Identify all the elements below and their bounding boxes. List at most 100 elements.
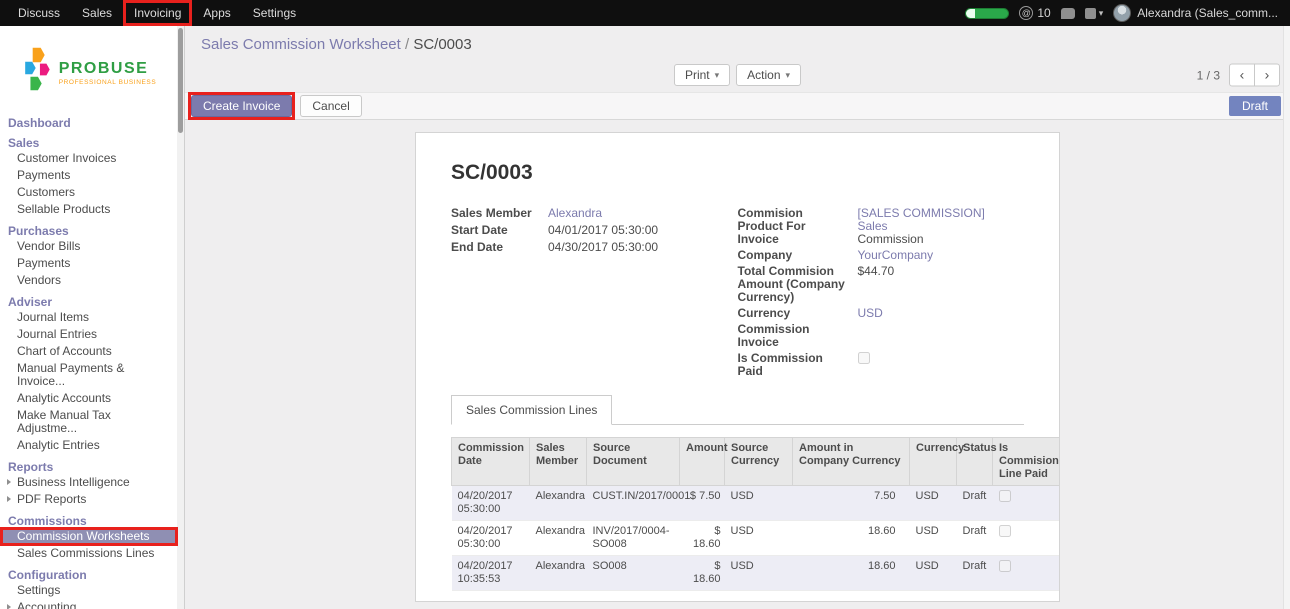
topbar-right: 10 Alexandra (Sales_comm... <box>965 0 1290 26</box>
sidebar-section-purchases[interactable]: Purchases <box>0 218 178 238</box>
logo-tagline: PROFESSIONAL BUSINESS <box>59 79 157 86</box>
currency-link[interactable]: USD <box>858 307 883 320</box>
user-menu[interactable]: Alexandra (Sales_comm... <box>1113 4 1278 22</box>
sidebar-section-commissions[interactable]: Commissions <box>0 508 178 528</box>
pager-next-button[interactable] <box>1254 64 1280 87</box>
expand-arrow-icon <box>7 479 11 485</box>
scrollbar-thumb[interactable] <box>178 28 183 133</box>
table-header-row: Commission Date Sales Member Source Docu… <box>452 438 1061 486</box>
nav-apps[interactable]: Apps <box>192 0 241 26</box>
activity-counter[interactable]: 10 <box>1019 6 1050 20</box>
sidebar-section-configuration[interactable]: Configuration <box>0 562 178 582</box>
table-row[interactable]: 04/20/2017 05:30:00 Alexandra INV/2017/0… <box>452 521 1061 556</box>
field-commission-product: Commision Product For Invoice [SALES COM… <box>738 207 1007 246</box>
sidebar-item-tax-adjustments[interactable]: Make Manual Tax Adjustme... <box>0 407 178 437</box>
pager: 1 / 3 <box>1197 64 1280 87</box>
breadcrumb-separator: / <box>405 36 409 53</box>
sidebar-item-journal-entries[interactable]: Journal Entries <box>0 326 178 343</box>
sidebar-item-chart-of-accounts[interactable]: Chart of Accounts <box>0 343 178 360</box>
line-paid-checkbox[interactable] <box>999 490 1011 502</box>
create-invoice-button[interactable]: Create Invoice <box>191 95 292 117</box>
sidebar-item-vendors[interactable]: Vendors <box>0 272 178 289</box>
sidebar-item-business-intelligence[interactable]: Business Intelligence <box>0 474 178 491</box>
pager-previous-button[interactable] <box>1229 64 1255 87</box>
sidebar-item-manual-payments[interactable]: Manual Payments & Invoice... <box>0 360 178 390</box>
form-sheet: SC/0003 Sales Member Alexandra Start Dat… <box>415 132 1060 602</box>
field-end-date: End Date 04/30/2017 05:30:00 <box>451 241 720 254</box>
sidebar-item-dashboard[interactable]: Dashboard <box>0 114 178 130</box>
col-source-currency[interactable]: Source Currency <box>725 438 793 486</box>
logo-hexagons-icon <box>22 45 52 101</box>
field-commission-invoice: Commission Invoice <box>738 323 1007 349</box>
usage-gauge-icon <box>965 8 1009 19</box>
sidebar-item-settings[interactable]: Settings <box>0 582 178 599</box>
table-row[interactable]: 04/20/2017 10:35:53 Alexandra SO008 $ 18… <box>452 556 1061 591</box>
sales-member-link[interactable]: Alexandra <box>548 207 602 220</box>
table-row[interactable]: 04/20/2017 05:30:00 Alexandra CUST.IN/20… <box>452 486 1061 521</box>
sidebar-item-payments-purchase[interactable]: Payments <box>0 255 178 272</box>
field-sales-member: Sales Member Alexandra <box>451 207 720 220</box>
sidebar-item-pdf-reports[interactable]: PDF Reports <box>0 491 178 508</box>
main-content: Sales Commission Worksheet / SC/0003 Pri… <box>185 26 1290 609</box>
sidebar-item-payments[interactable]: Payments <box>0 167 178 184</box>
user-name: Alexandra (Sales_comm... <box>1137 6 1278 20</box>
action-dropdown-button[interactable]: Action <box>736 64 801 86</box>
col-commission-date[interactable]: Commission Date <box>452 438 530 486</box>
breadcrumb-current: SC/0003 <box>413 36 471 53</box>
control-panel: Print Action 1 / 3 <box>185 58 1290 92</box>
line-paid-checkbox[interactable] <box>999 525 1011 537</box>
field-is-commission-paid: Is Commission Paid <box>738 352 1007 378</box>
field-start-date: Start Date 04/01/2017 05:30:00 <box>451 224 720 237</box>
col-amount[interactable]: Amount <box>680 438 725 486</box>
sidebar-section-reports[interactable]: Reports <box>0 454 178 474</box>
cancel-button[interactable]: Cancel <box>300 95 361 117</box>
sidebar-scrollbar[interactable] <box>177 26 184 609</box>
sidebar-item-accounting[interactable]: Accounting <box>0 599 178 609</box>
sidebar-item-commission-worksheets[interactable]: Commission Worksheets <box>0 528 178 545</box>
sidebar: PROBUSE PROFESSIONAL BUSINESS Dashboard … <box>0 26 185 609</box>
col-sales-member[interactable]: Sales Member <box>530 438 587 486</box>
is-commission-paid-checkbox[interactable] <box>858 352 870 364</box>
sidebar-item-sales-commissions-lines[interactable]: Sales Commissions Lines <box>0 545 178 562</box>
status-badge-draft[interactable]: Draft <box>1229 96 1281 116</box>
notebook: Sales Commission Lines Commission Date S… <box>451 395 1024 602</box>
col-source-document[interactable]: Source Document <box>587 438 680 486</box>
chevron-down-icon <box>715 70 720 81</box>
sidebar-section-adviser[interactable]: Adviser <box>0 289 178 309</box>
sidebar-item-sellable-products[interactable]: Sellable Products <box>0 201 178 218</box>
sidebar-item-analytic-accounts[interactable]: Analytic Accounts <box>0 390 178 407</box>
col-is-commission-line-paid[interactable]: Is Commision Line Paid <box>993 438 1061 486</box>
record-title: SC/0003 <box>451 161 1024 185</box>
nav-discuss[interactable]: Discuss <box>7 0 71 26</box>
debug-menu[interactable] <box>1085 8 1104 19</box>
nav-invoicing[interactable]: Invoicing <box>123 0 192 26</box>
sidebar-item-customers[interactable]: Customers <box>0 184 178 201</box>
line-paid-checkbox[interactable] <box>999 560 1011 572</box>
messages-icon[interactable] <box>1061 8 1075 19</box>
col-currency[interactable]: Currency <box>910 438 957 486</box>
sidebar-item-analytic-entries[interactable]: Analytic Entries <box>0 437 178 454</box>
chevron-down-icon <box>1099 8 1104 19</box>
sidebar-item-customer-invoices[interactable]: Customer Invoices <box>0 150 178 167</box>
debug-icon <box>1085 8 1096 19</box>
commission-lines-table: Commission Date Sales Member Source Docu… <box>451 437 1060 591</box>
commission-product-link[interactable]: [SALES COMMISSION] Sales Commission <box>858 207 1007 246</box>
sidebar-section-sales[interactable]: Sales <box>0 130 178 150</box>
tab-sales-commission-lines[interactable]: Sales Commission Lines <box>451 395 612 425</box>
print-dropdown-button[interactable]: Print <box>674 64 730 86</box>
sidebar-item-journal-items[interactable]: Journal Items <box>0 309 178 326</box>
breadcrumb-parent-link[interactable]: Sales Commission Worksheet <box>201 36 401 53</box>
activity-count: 10 <box>1037 6 1050 20</box>
sidebar-item-vendor-bills[interactable]: Vendor Bills <box>0 238 178 255</box>
form-header-bar: Create Invoice Cancel Draft <box>185 92 1290 120</box>
field-currency: Currency USD <box>738 307 1007 320</box>
col-amount-company-currency[interactable]: Amount in Company Currency <box>793 438 910 486</box>
nav-settings[interactable]: Settings <box>242 0 307 26</box>
field-groups: Sales Member Alexandra Start Date 04/01/… <box>451 207 1024 381</box>
at-icon <box>1019 6 1033 20</box>
company-link[interactable]: YourCompany <box>858 249 934 262</box>
page-scrollbar[interactable] <box>1283 26 1290 609</box>
logo-text: PROBUSE <box>59 60 157 78</box>
nav-sales[interactable]: Sales <box>71 0 123 26</box>
expand-arrow-icon <box>7 496 11 502</box>
